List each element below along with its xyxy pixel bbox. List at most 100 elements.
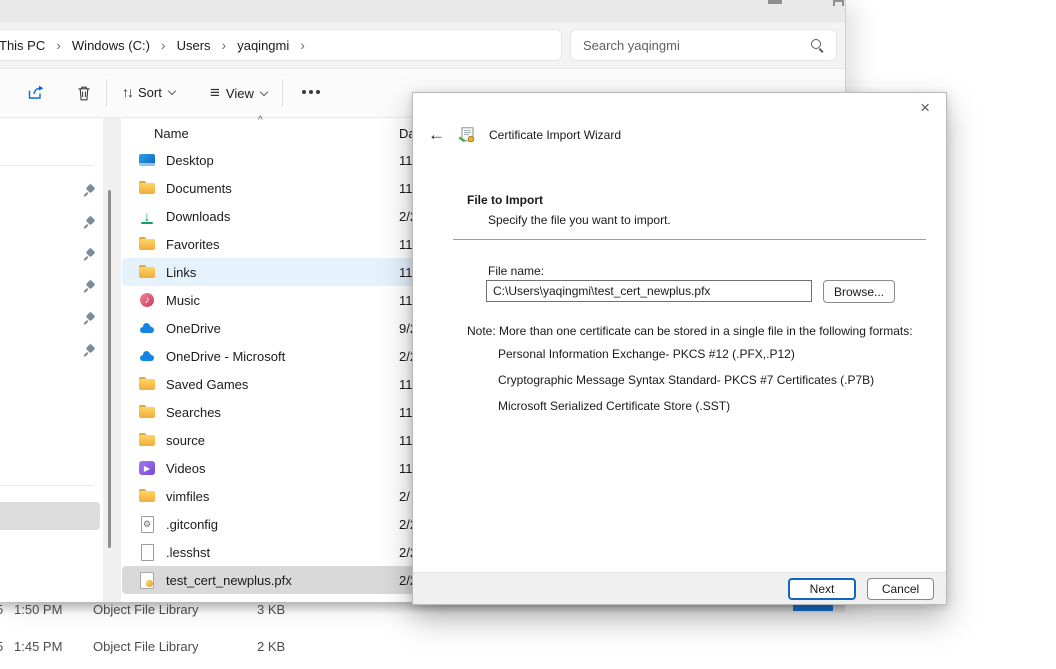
background-window-rows: 5 1:45 PM Object File Library 2 KB 5 1:5… <box>0 602 845 669</box>
file-date-clipped: 11/ <box>399 461 413 476</box>
file-date-clipped: 2/2 <box>399 209 413 224</box>
trash-icon <box>76 85 92 102</box>
search-placeholder: Search yaqingmi <box>583 38 680 53</box>
address-bar-row: This PC › Windows (C:) › Users › yaqingm… <box>0 22 845 68</box>
file-date-clipped: 2/2 <box>399 545 413 560</box>
ellipsis-icon <box>302 90 306 94</box>
cloud-icon <box>138 347 156 365</box>
file-name-input[interactable] <box>486 280 812 302</box>
view-label: View <box>226 86 254 101</box>
sort-arrows-icon: ↑↓ <box>122 84 132 100</box>
file-type: Object File Library <box>93 639 198 654</box>
nav-divider <box>0 485 93 486</box>
navigation-pane-pins <box>84 184 96 356</box>
format-list: Personal Information Exchange- PKCS #12 … <box>498 347 874 425</box>
pin-icon[interactable] <box>84 184 96 196</box>
dialog-footer: Next Cancel <box>413 572 946 604</box>
file-name: Links <box>166 265 196 280</box>
file-name: Searches <box>166 405 221 420</box>
background-file-row: 5 1:45 PM Object File Library 2 KB <box>0 639 845 661</box>
next-button[interactable]: Next <box>788 578 856 600</box>
file-icon <box>138 543 156 561</box>
file-name: .lesshst <box>166 545 210 560</box>
column-header-name[interactable]: Name <box>154 126 189 141</box>
file-name: .gitconfig <box>166 517 218 532</box>
search-icon <box>811 39 824 52</box>
view-lines-icon: ≡ <box>210 83 220 103</box>
more-options-button[interactable] <box>302 90 306 94</box>
section-heading: File to Import <box>467 193 543 207</box>
file-date-clipped: 2/2 <box>399 573 413 588</box>
cloud-icon <box>138 319 156 337</box>
file-date-clipped: 11/ <box>399 181 413 196</box>
note-text: Note: More than one certificate can be s… <box>467 324 919 338</box>
nav-selected-item[interactable] <box>0 502 100 530</box>
breadcrumb-item[interactable]: Users <box>177 38 211 53</box>
breadcrumb-item[interactable]: This PC <box>0 38 45 53</box>
pin-icon[interactable] <box>84 280 96 292</box>
sort-button[interactable]: ↑↓ Sort <box>122 84 176 100</box>
certificate-icon <box>138 571 156 589</box>
file-date-clipped: 11/ <box>399 265 413 280</box>
downloads-icon <box>138 207 156 225</box>
file-name: Desktop <box>166 153 214 168</box>
breadcrumb-item[interactable]: Windows (C:) <box>72 38 150 53</box>
file-date-clipped: 11/ <box>399 237 413 252</box>
pin-icon[interactable] <box>84 248 96 260</box>
file-name: OneDrive <box>166 321 221 336</box>
scrollbar-track[interactable] <box>103 118 121 602</box>
toolbar-divider <box>106 79 107 107</box>
file-date-clipped: 11/ <box>399 405 413 420</box>
chevron-down-icon <box>260 89 268 97</box>
certificate-wizard-icon <box>458 127 476 143</box>
cancel-button[interactable]: Cancel <box>867 578 934 600</box>
file-date-clipped: 11/ <box>399 293 413 308</box>
folder-icon <box>138 487 156 505</box>
sort-ascending-icon: ^ <box>258 115 263 126</box>
file-time: 1:45 PM <box>14 639 62 654</box>
section-subheading: Specify the file you want to import. <box>488 213 671 227</box>
file-type: Object File Library <box>93 602 198 617</box>
back-arrow-icon[interactable]: ← <box>428 126 445 143</box>
breadcrumb[interactable]: This PC › Windows (C:) › Users › yaqingm… <box>0 29 562 61</box>
delete-button[interactable] <box>76 85 92 102</box>
pin-icon[interactable] <box>84 216 96 228</box>
folder-icon <box>138 375 156 393</box>
scrollbar-thumb[interactable] <box>108 190 111 548</box>
file-name: source <box>166 433 205 448</box>
format-item: Cryptographic Message Syntax Standard- P… <box>498 373 874 387</box>
file-name: Documents <box>166 181 232 196</box>
titlebar-fragment-icon <box>768 0 782 4</box>
folder-icon <box>138 431 156 449</box>
file-name: OneDrive - Microsoft <box>166 349 285 364</box>
file-date-clipped: 9/2 <box>399 321 413 336</box>
dialog-title: Certificate Import Wizard <box>489 128 621 142</box>
pin-icon[interactable] <box>84 312 96 324</box>
close-icon[interactable]: × <box>912 97 938 118</box>
screen: 5 1:45 PM Object File Library 2 KB 5 1:5… <box>0 0 1056 669</box>
file-name-label: File name: <box>488 264 544 278</box>
browse-button[interactable]: Browse... <box>823 280 895 303</box>
format-item: Personal Information Exchange- PKCS #12 … <box>498 347 874 361</box>
file-size: 2 KB <box>257 639 285 654</box>
clipped-date-text: 5 <box>0 602 3 617</box>
clipped-date-text: 5 <box>0 639 3 654</box>
file-date-clipped: 2/2 <box>399 349 413 364</box>
background-selection-fragment <box>793 605 833 611</box>
chevron-down-icon <box>168 88 176 96</box>
search-input[interactable]: Search yaqingmi <box>570 29 837 61</box>
file-date-clipped: 2/ <box>399 489 413 504</box>
file-name: Downloads <box>166 209 230 224</box>
videos-icon <box>138 459 156 477</box>
file-name: Saved Games <box>166 377 248 392</box>
folder-icon <box>138 179 156 197</box>
view-button[interactable]: ≡ View <box>210 83 268 103</box>
music-icon <box>138 291 156 309</box>
chevron-right-icon: › <box>222 38 227 52</box>
folder-icon <box>138 263 156 281</box>
file-date-clipped: 11/ <box>399 377 413 392</box>
share-button[interactable] <box>26 84 45 102</box>
pin-icon[interactable] <box>84 344 96 356</box>
breadcrumb-item[interactable]: yaqingmi <box>237 38 289 53</box>
certificate-import-wizard-dialog: × ← Certificate Import Wizard File to Im… <box>412 92 947 605</box>
